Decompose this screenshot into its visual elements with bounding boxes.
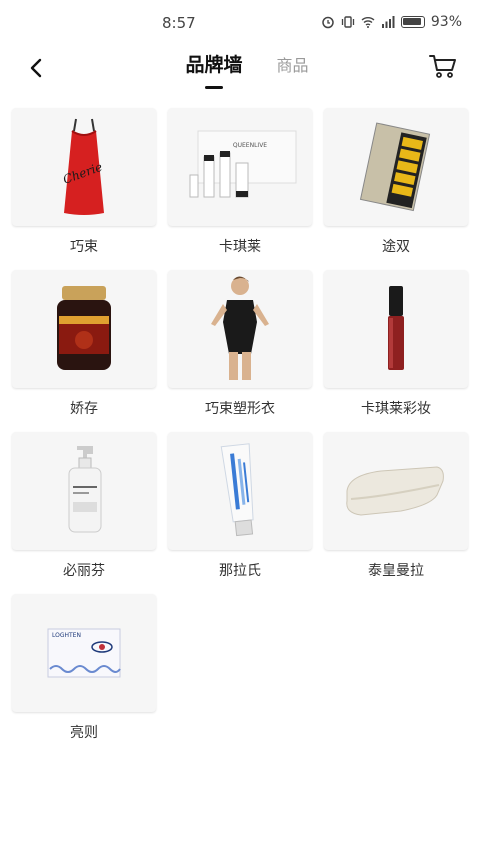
status-icons: 93% — [321, 14, 462, 30]
brand-item[interactable]: 那拉氏 — [168, 432, 312, 594]
box-label: LOGHTEN — [52, 632, 81, 639]
skincare-set-image: QUEENLIVE — [189, 130, 297, 198]
box-label: QUEENLIVE — [233, 142, 267, 149]
cart-icon — [429, 55, 456, 78]
brand-name: 娇存 — [70, 401, 98, 417]
brand-item[interactable]: 卡琪莱彩妆 — [324, 270, 468, 432]
top-nav: 品牌墙 商品 — [0, 44, 480, 92]
supplement-jar-image — [57, 286, 111, 370]
brand-name: 泰皇曼拉 — [368, 563, 424, 579]
brand-name: 巧束 — [70, 239, 98, 255]
eye-care-box-image: LOGHTEN — [47, 628, 121, 678]
tab-active-indicator — [204, 86, 223, 89]
nav-tabs: 品牌墙 商品 — [0, 48, 480, 89]
battery-icon — [400, 16, 425, 28]
drawstring-bag-image: Cherie — [61, 118, 104, 215]
signal-icon — [381, 16, 395, 28]
brand-card[interactable] — [324, 432, 468, 550]
cart-button[interactable] — [428, 52, 460, 82]
battery-percent: 93% — [430, 14, 462, 30]
lotion-bottle-image — [68, 446, 102, 533]
tab-products[interactable]: 商品 — [265, 50, 321, 79]
toothpaste-tube-image — [220, 443, 254, 537]
brand-card[interactable] — [324, 108, 468, 226]
brand-card[interactable]: QUEENLIVE — [168, 108, 312, 226]
status-bar: 8:57 93% — [0, 0, 480, 44]
brand-card[interactable] — [12, 432, 156, 550]
brand-name: 途双 — [382, 239, 410, 255]
tab-products-label: 商品 — [276, 56, 309, 75]
brand-item[interactable]: Cherie 巧束 — [12, 108, 156, 270]
wifi-icon — [361, 17, 375, 28]
alarm-icon — [322, 16, 334, 29]
brand-item[interactable]: LOGHTEN 亮则 — [12, 594, 156, 756]
tab-brand-wall[interactable]: 品牌墙 — [173, 48, 254, 89]
tab-brand-wall-label: 品牌墙 — [185, 54, 243, 76]
shapewear-image — [211, 276, 269, 380]
brand-name: 亮则 — [70, 725, 98, 741]
brand-name: 卡琪莱 — [219, 239, 261, 255]
brand-card[interactable] — [168, 432, 312, 550]
brand-card[interactable]: LOGHTEN — [12, 594, 156, 712]
brand-item[interactable]: 泰皇曼拉 — [324, 432, 468, 594]
brand-name: 巧束塑形衣 — [205, 401, 275, 417]
brand-name: 必丽芬 — [63, 563, 105, 579]
vibrate-icon — [341, 16, 355, 28]
brand-item[interactable]: 娇存 — [12, 270, 156, 432]
lip-gloss-image — [388, 286, 404, 370]
latex-pillow-image — [346, 466, 444, 516]
brand-item[interactable]: 途双 — [324, 108, 468, 270]
brand-item[interactable]: 必丽芬 — [12, 432, 156, 594]
brand-card[interactable] — [12, 270, 156, 388]
brand-name: 那拉氏 — [219, 563, 261, 579]
status-time: 8:57 — [162, 14, 196, 32]
brand-name: 卡琪莱彩妆 — [361, 401, 431, 417]
brand-item[interactable]: 巧束塑形衣 — [168, 270, 312, 432]
brand-item[interactable]: QUEENLIVE 卡琪莱 — [168, 108, 312, 270]
gift-box-image — [359, 122, 431, 212]
brand-grid: Cherie 巧束 QUEENLIVE 卡琪莱 途双 娇存 巧束塑形衣 卡琪莱彩… — [12, 108, 468, 756]
brand-card[interactable]: Cherie — [12, 108, 156, 226]
brand-card[interactable] — [168, 270, 312, 388]
brand-card[interactable] — [324, 270, 468, 388]
